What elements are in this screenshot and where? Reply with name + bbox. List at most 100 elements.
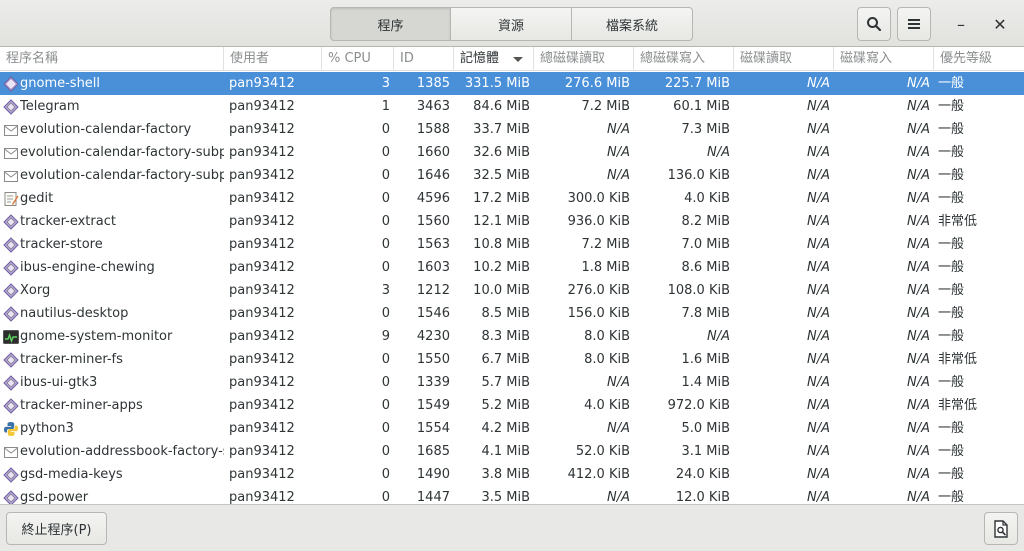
- cell-mem: 3.5 MiB: [481, 490, 530, 504]
- cell-disk-read: N/A: [807, 283, 830, 298]
- cell-mem: 8.3 MiB: [481, 329, 530, 344]
- cell-disk-read-total: N/A: [607, 490, 630, 504]
- gear-icon: [3, 467, 19, 483]
- header-bar: 程序 資源 檔案系統 – ✕: [0, 0, 1024, 47]
- end-process-button[interactable]: 終止程序(P): [6, 512, 107, 545]
- cell-user: pan93412: [229, 421, 295, 436]
- cell-disk-write: N/A: [907, 398, 930, 413]
- process-row[interactable]: gsd-power pan93412 0 1447 3.5 MiB N/A 12.0 KiB…: [0, 486, 1024, 504]
- action-bar: 終止程序(P): [0, 504, 1024, 551]
- cell-name: gsd-media-keys: [20, 467, 123, 482]
- envelope-icon: [3, 444, 19, 460]
- process-row[interactable]: evolution-calendar-factory pan93412 0 1588 3…: [0, 118, 1024, 141]
- cell-cpu: 9: [381, 329, 390, 344]
- cell-disk-read-total: 300.0 KiB: [567, 191, 630, 206]
- cell-id: 1660: [416, 145, 450, 160]
- tab-file-systems[interactable]: 檔案系統: [572, 7, 693, 41]
- cell-id: 1646: [416, 168, 450, 183]
- process-row[interactable]: gnome-system-monitor pan93412 9 4230 8.3 MiB…: [0, 325, 1024, 348]
- cell-priority: 一般: [938, 76, 965, 91]
- process-row[interactable]: tracker-extract pan93412 0 1560 12.1 MiB 936.…: [0, 210, 1024, 233]
- gear-icon: [3, 99, 19, 115]
- properties-button[interactable]: [984, 512, 1018, 545]
- cell-name: tracker-miner-fs: [20, 352, 123, 367]
- cell-disk-write-total: 3.1 MiB: [681, 444, 730, 459]
- cell-user: pan93412: [229, 168, 295, 183]
- cell-disk-read: N/A: [807, 145, 830, 160]
- cell-mem: 4.2 MiB: [481, 421, 530, 436]
- cell-cpu: 0: [381, 260, 390, 275]
- cell-cpu: 0: [381, 168, 390, 183]
- cell-mem: 10.2 MiB: [473, 260, 530, 275]
- cell-user: pan93412: [229, 329, 295, 344]
- column-header-disk-read-total[interactable]: 總磁碟讀取: [534, 47, 634, 71]
- cell-id: 1560: [416, 214, 450, 229]
- process-row[interactable]: ibus-ui-gtk3 pan93412 0 1339 5.7 MiB N/A 1.4 M…: [0, 371, 1024, 394]
- cell-disk-write-total: 12.0 KiB: [675, 490, 730, 504]
- column-header-user[interactable]: 使用者: [224, 47, 322, 71]
- column-header-id[interactable]: ID: [394, 47, 454, 71]
- column-header-disk-read[interactable]: 磁碟讀取: [734, 47, 834, 71]
- column-header-name[interactable]: 程序名稱: [0, 47, 224, 71]
- cell-disk-write-total: 1.4 MiB: [681, 375, 730, 390]
- gear-icon: [3, 352, 19, 368]
- cell-id: 1563: [416, 237, 450, 252]
- minimize-button[interactable]: –: [944, 7, 978, 41]
- cell-disk-read-total: 52.0 KiB: [575, 444, 630, 459]
- tab-resources[interactable]: 資源: [451, 7, 572, 41]
- cell-disk-read-total: 412.0 KiB: [567, 467, 630, 482]
- close-button[interactable]: ✕: [983, 7, 1017, 41]
- process-row[interactable]: nautilus-desktop pan93412 0 1546 8.5 MiB 156.…: [0, 302, 1024, 325]
- cell-priority: 一般: [938, 283, 965, 298]
- cell-disk-read-total: N/A: [607, 122, 630, 137]
- cell-mem: 12.1 MiB: [473, 214, 530, 229]
- cell-disk-write-total: 225.7 MiB: [664, 76, 730, 91]
- cell-disk-read: N/A: [807, 352, 830, 367]
- cell-priority: 一般: [938, 122, 965, 137]
- cell-name: tracker-miner-apps: [20, 398, 143, 413]
- cell-name: ibus-engine-chewing: [20, 260, 155, 275]
- column-header-memory[interactable]: 記憶體: [454, 47, 534, 71]
- process-row[interactable]: evolution-calendar-factory-subprocess pan…: [0, 164, 1024, 187]
- cell-cpu: 0: [381, 398, 390, 413]
- cell-disk-read-total: N/A: [607, 421, 630, 436]
- process-row[interactable]: gnome-shell pan93412 3 1385 331.5 MiB 276.6 M…: [0, 72, 1024, 95]
- cell-name: gsd-power: [20, 490, 89, 504]
- cell-disk-read-total: 8.0 KiB: [584, 352, 630, 367]
- cell-id: 1549: [416, 398, 450, 413]
- column-header-disk-write[interactable]: 磁碟寫入: [834, 47, 934, 71]
- cell-id: 3463: [416, 99, 450, 114]
- cell-user: pan93412: [229, 283, 295, 298]
- process-row[interactable]: evolution-calendar-factory-subprocess pan…: [0, 141, 1024, 164]
- process-row[interactable]: python3 pan93412 0 1554 4.2 MiB N/A 5.0 MiB N/A…: [0, 417, 1024, 440]
- column-header-priority[interactable]: 優先等級: [934, 47, 1024, 71]
- column-header-disk-write-total[interactable]: 總磁碟寫入: [634, 47, 734, 71]
- cell-disk-write-total: 108.0 KiB: [667, 283, 730, 298]
- menu-button[interactable]: [897, 7, 931, 41]
- process-row[interactable]: gsd-media-keys pan93412 0 1490 3.8 MiB 412.0 …: [0, 463, 1024, 486]
- cell-cpu: 0: [381, 145, 390, 160]
- process-row[interactable]: tracker-store pan93412 0 1563 10.8 MiB 7.2 Mi…: [0, 233, 1024, 256]
- process-row[interactable]: ibus-engine-chewing pan93412 0 1603 10.2 MiB…: [0, 256, 1024, 279]
- cell-id: 1490: [416, 467, 450, 482]
- tab-processes[interactable]: 程序: [330, 7, 451, 41]
- cell-priority: 一般: [938, 490, 965, 504]
- process-row[interactable]: tracker-miner-apps pan93412 0 1549 5.2 MiB 4.…: [0, 394, 1024, 417]
- cell-user: pan93412: [229, 375, 295, 390]
- cell-disk-read-total: 276.0 KiB: [567, 283, 630, 298]
- cell-id: 1685: [416, 444, 450, 459]
- process-row[interactable]: evolution-addressbook-factory-subprocess…: [0, 440, 1024, 463]
- process-row[interactable]: gedit pan93412 0 4596 17.2 MiB 300.0 KiB 4.0 K…: [0, 187, 1024, 210]
- cell-disk-read-total: 276.6 MiB: [564, 76, 630, 91]
- cell-disk-write: N/A: [907, 237, 930, 252]
- envelope-icon: [3, 122, 19, 138]
- search-button[interactable]: [857, 7, 891, 41]
- column-header-cpu[interactable]: % CPU: [322, 47, 394, 71]
- cell-name: ibus-ui-gtk3: [20, 375, 98, 390]
- process-row[interactable]: Telegram pan93412 1 3463 84.6 MiB 7.2 MiB 60.1…: [0, 95, 1024, 118]
- cell-name: Telegram: [20, 99, 80, 114]
- cell-cpu: 0: [381, 214, 390, 229]
- process-row[interactable]: tracker-miner-fs pan93412 0 1550 6.7 MiB 8.0 …: [0, 348, 1024, 371]
- cell-disk-write: N/A: [907, 283, 930, 298]
- process-row[interactable]: Xorg pan93412 3 1212 10.0 MiB 276.0 KiB 108.0 …: [0, 279, 1024, 302]
